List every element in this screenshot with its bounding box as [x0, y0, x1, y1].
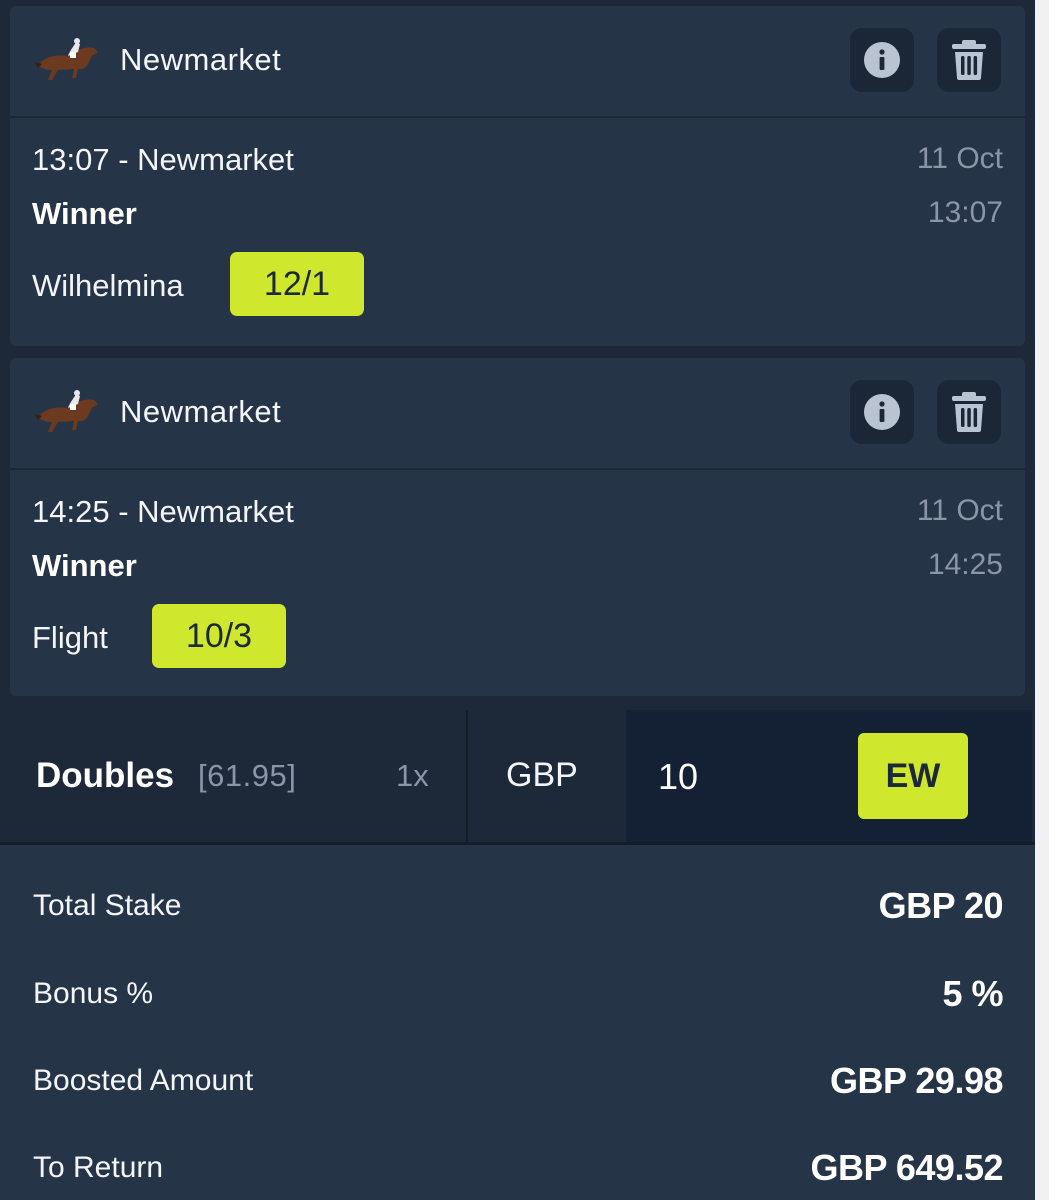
to-return-value: GBP 649.52	[810, 1147, 1004, 1188]
bet-type-label: Doubles	[36, 756, 175, 795]
selection-name: Wilhelmina	[32, 268, 184, 303]
stake-input[interactable]	[656, 750, 820, 804]
trash-icon	[952, 40, 986, 80]
currency-cell: GBP	[468, 710, 626, 842]
odds-button[interactable]: 10/3	[152, 604, 286, 668]
card-body: 13:07 - Newmarket 11 Oct Winner 13:07 Wi…	[10, 118, 1025, 346]
race-title: 13:07 - Newmarket	[32, 142, 294, 177]
venue-name: Newmarket	[120, 394, 282, 429]
remove-selection-button[interactable]	[937, 28, 1001, 92]
each-way-button[interactable]: EW	[858, 733, 968, 819]
card-header: Newmarket	[10, 6, 1025, 118]
market-name: Winner	[32, 548, 137, 583]
race-time: 14:25	[927, 548, 1003, 581]
info-button[interactable]	[850, 380, 914, 444]
selection-name: Flight	[32, 620, 108, 655]
card-header: Newmarket	[10, 358, 1025, 470]
odds-button[interactable]: 12/1	[230, 252, 364, 316]
race-date: 11 Oct	[916, 142, 1003, 175]
venue-name: Newmarket	[120, 42, 282, 77]
race-time: 13:07	[927, 196, 1003, 229]
bonus-value: 5 %	[942, 973, 1003, 1014]
info-button[interactable]	[850, 28, 914, 92]
bonus-label: Bonus %	[33, 977, 154, 1010]
bet-summary: Total Stake GBP 20 Bonus % 5 % Boosted A…	[0, 845, 1035, 1200]
scrollbar-track[interactable]	[1035, 0, 1049, 1200]
race-title: 14:25 - Newmarket	[32, 494, 294, 529]
bet-selection-card: Newmarket 14:25 - Newmarket 11 Oct Winne…	[10, 358, 1025, 696]
stake-cell: EW	[626, 710, 1032, 842]
boosted-amount-value: GBP 29.98	[830, 1060, 1003, 1101]
bet-selection-card: Newmarket 13:07 - Newmarket 11 Oct Winne…	[10, 6, 1025, 346]
combined-odds: [61.95]	[198, 758, 297, 793]
market-name: Winner	[32, 196, 137, 231]
bet-multiplier: 1x	[396, 758, 429, 793]
boosted-amount-label: Boosted Amount	[33, 1064, 254, 1097]
bet-type-cell: Doubles [61.95] 1x	[0, 710, 466, 842]
total-stake-value: GBP 20	[878, 885, 1004, 926]
card-body: 14:25 - Newmarket 11 Oct Winner 14:25 Fl…	[10, 470, 1025, 696]
info-icon	[864, 42, 900, 78]
doubles-stake-row: Doubles [61.95] 1x GBP EW	[0, 710, 1035, 842]
trash-icon	[952, 392, 986, 432]
info-icon	[864, 394, 900, 430]
race-date: 11 Oct	[916, 494, 1003, 527]
remove-selection-button[interactable]	[937, 380, 1001, 444]
horse-racing-icon	[34, 390, 98, 432]
currency-label: GBP	[506, 756, 578, 794]
horse-racing-icon	[34, 38, 98, 80]
to-return-label: To Return	[33, 1151, 164, 1184]
total-stake-label: Total Stake	[33, 889, 182, 922]
